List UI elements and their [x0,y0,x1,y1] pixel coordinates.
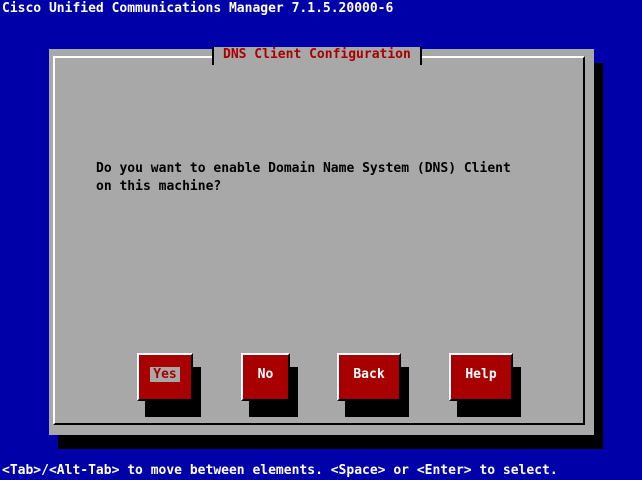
app-title: Cisco Unified Communications Manager 7.1… [2,1,394,16]
back-button[interactable]: Back [337,353,401,401]
dialog-title: DNS Client Configuration [212,47,422,65]
dns-client-dialog: DNS Client Configuration Do you want to … [49,47,594,435]
no-button-label: No [257,367,274,382]
yes-button[interactable]: Yes [137,353,193,401]
yes-button-label: Yes [150,367,180,382]
help-button[interactable]: Help [449,353,513,401]
status-bar: <Tab>/<Alt-Tab> to move between elements… [2,463,558,478]
no-button[interactable]: No [241,353,290,401]
help-button-label: Help [465,367,497,382]
back-button-label: Back [353,367,385,382]
dialog-message: Do you want to enable Domain Name System… [96,161,511,194]
